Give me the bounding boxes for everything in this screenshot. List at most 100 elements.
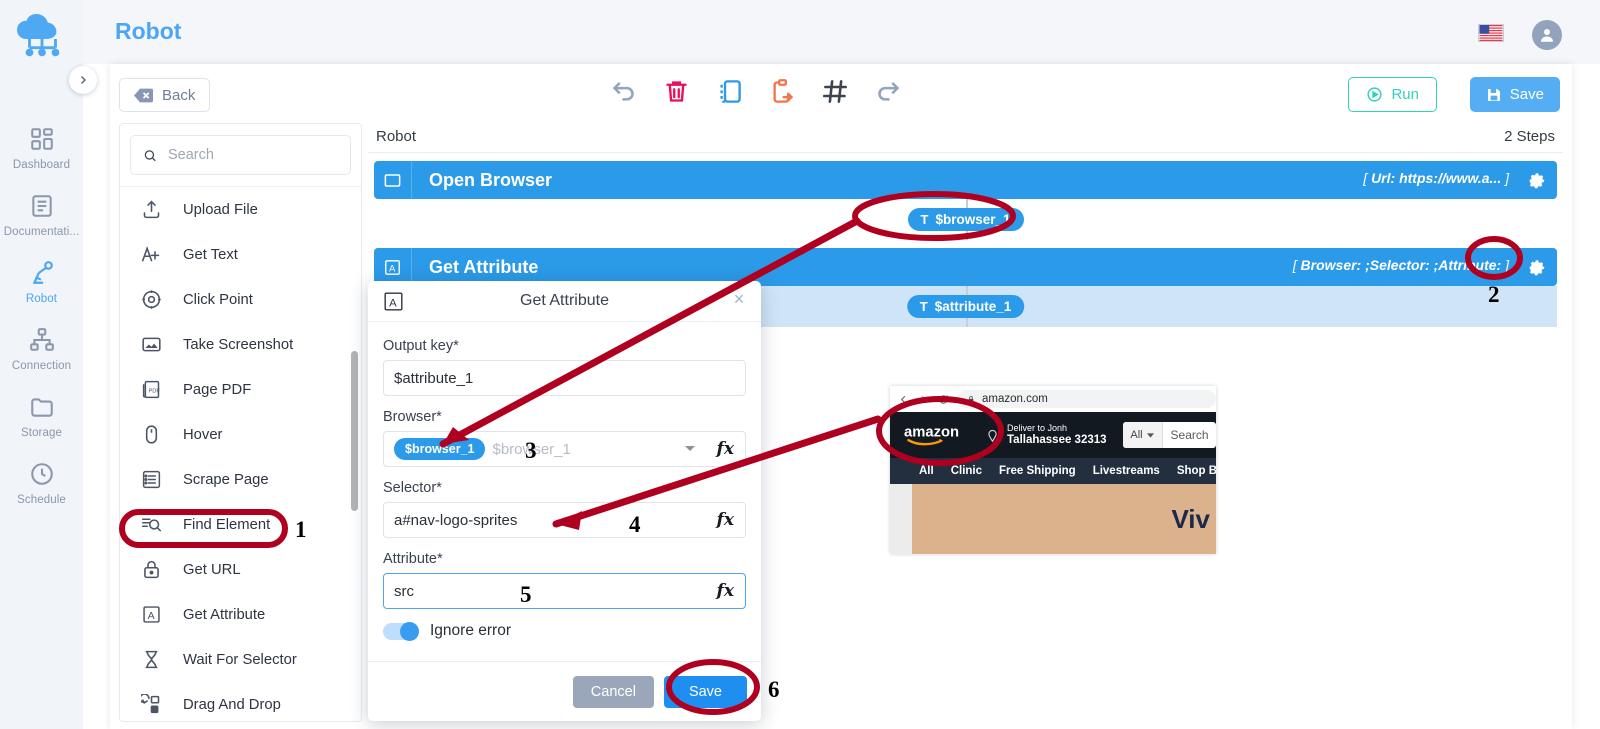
- sidebar-item-documentation[interactable]: Documentati...: [0, 193, 83, 238]
- sidebar-item-schedule[interactable]: Schedule: [0, 461, 83, 506]
- search-box[interactable]: [130, 135, 351, 175]
- action-item-upload-file[interactable]: Upload File: [120, 187, 361, 232]
- target-icon: [141, 289, 162, 310]
- scrollbar-thumb[interactable]: [351, 351, 358, 511]
- action-item-get-attribute[interactable]: A Get Attribute: [120, 592, 361, 637]
- attribute-fx-button[interactable]: fx: [717, 581, 734, 601]
- sidebar-item-robot[interactable]: Robot: [0, 260, 83, 305]
- action-item-page-pdf[interactable]: PDF Page PDF: [120, 367, 361, 412]
- variable-name: $attribute_1: [934, 299, 1012, 314]
- variable-name: $browser_1: [935, 212, 1011, 227]
- sidebar-item-dashboard[interactable]: Dashboard: [0, 126, 83, 171]
- action-item-get-url[interactable]: Get URL: [120, 547, 361, 592]
- gear-icon[interactable]: [1527, 170, 1547, 190]
- undo-icon[interactable]: [610, 78, 637, 105]
- user-avatar-icon[interactable]: [1532, 20, 1562, 50]
- browser-preview-thumbnail[interactable]: amazon.com amazon Deliver to Jonh Tallah…: [890, 386, 1216, 554]
- mouse-icon: [141, 424, 162, 445]
- step-title: Open Browser: [429, 169, 553, 190]
- browser-field[interactable]: $browser_1 $browser_1 fx: [383, 431, 746, 467]
- sidebar-item-storage[interactable]: Storage: [0, 394, 83, 439]
- selector-fx-button[interactable]: fx: [717, 510, 734, 530]
- close-icon[interactable]: ×: [730, 290, 748, 308]
- action-item-hover[interactable]: Hover: [120, 412, 361, 457]
- drag-drop-icon: [141, 694, 162, 715]
- subnav-item[interactable]: All: [919, 465, 934, 477]
- browser-back-icon[interactable]: [898, 394, 909, 405]
- person-glyph: [1541, 29, 1553, 42]
- search-input[interactable]: [168, 147, 338, 163]
- main-card: Back Run Save Search Upload File Get Tex…: [110, 64, 1572, 729]
- list-icon: [141, 469, 162, 490]
- params-open-bracket: [: [1292, 257, 1301, 273]
- preview-search-bar[interactable]: All Search: [1122, 422, 1216, 448]
- attribute-label: Attribute*: [383, 551, 443, 567]
- svg-text:PDF: PDF: [148, 389, 160, 395]
- modal-body: Output key* $attribute_1 Browser* $brows…: [368, 322, 761, 641]
- selector-field[interactable]: a#nav-logo-sprites fx: [383, 502, 746, 538]
- output-key-value: $attribute_1: [394, 369, 474, 387]
- back-label: Back: [162, 86, 196, 104]
- copy-icon[interactable]: [716, 78, 743, 105]
- sitemap-icon: [29, 327, 55, 353]
- sidebar-label: Schedule: [17, 494, 66, 506]
- preview-url-pill[interactable]: amazon.com: [958, 390, 1216, 408]
- output-variable-chip-attribute[interactable]: T $attribute_1: [906, 295, 1025, 318]
- action-item-wait-for-selector[interactable]: Wait For Selector: [120, 637, 361, 682]
- output-variable-chip-browser[interactable]: T $browser_1: [907, 208, 1024, 231]
- action-item-take-screenshot[interactable]: Take Screenshot: [120, 322, 361, 367]
- modal-save-button[interactable]: Save: [663, 675, 747, 708]
- action-item-get-text[interactable]: Get Text: [120, 232, 361, 277]
- page-title: Robot: [115, 18, 182, 44]
- save-button[interactable]: Save: [1469, 77, 1560, 112]
- canvas-header: Robot 2 Steps: [368, 123, 1563, 153]
- text-type-icon: T: [919, 299, 928, 314]
- action-list-scrollbar[interactable]: [351, 186, 358, 721]
- delete-icon[interactable]: [663, 78, 690, 105]
- ignore-error-toggle[interactable]: [383, 621, 419, 641]
- hero-band: Viv: [912, 484, 1216, 554]
- scope-label: All: [1130, 429, 1143, 441]
- sidebar-collapse-toggle[interactable]: [69, 66, 97, 94]
- action-label: Get URL: [183, 561, 241, 578]
- redo-icon[interactable]: [875, 78, 902, 105]
- subnav-item[interactable]: Clinic: [951, 465, 982, 477]
- run-button[interactable]: Run: [1348, 77, 1437, 112]
- cloud-robot-logo-icon: [16, 14, 59, 57]
- paste-icon[interactable]: [769, 78, 796, 105]
- action-item-click-point[interactable]: Click Point: [120, 277, 361, 322]
- subnav-item[interactable]: Free Shipping: [999, 465, 1076, 477]
- browser-reload-icon[interactable]: [938, 394, 949, 405]
- top-header: Robot: [83, 0, 1600, 64]
- preview-search-scope[interactable]: All: [1122, 422, 1163, 448]
- attribute-field[interactable]: src fx: [383, 573, 746, 609]
- subnav-item[interactable]: Livestreams: [1093, 465, 1160, 477]
- params-close-bracket: ]: [1501, 170, 1509, 186]
- sidebar-item-connection[interactable]: Connection: [0, 327, 83, 372]
- browser-fx-button[interactable]: fx: [717, 439, 734, 459]
- search-wrapper: [120, 124, 361, 184]
- preview-amazon-header: amazon Deliver to Jonh Tallahassee 32313…: [890, 412, 1216, 458]
- us-flag-icon[interactable]: [1478, 24, 1504, 42]
- image-icon: [141, 334, 162, 355]
- gear-icon[interactable]: [1527, 257, 1547, 277]
- browser-variable-chip[interactable]: $browser_1: [394, 438, 486, 460]
- output-key-field[interactable]: $attribute_1: [383, 360, 746, 396]
- toggle-knob: [400, 621, 419, 641]
- action-item-drag-and-drop[interactable]: Drag And Drop: [120, 682, 361, 721]
- modal-title: Get Attribute: [520, 292, 609, 309]
- action-item-scrape-page[interactable]: Scrape Page: [120, 457, 361, 502]
- run-label: Run: [1391, 86, 1419, 103]
- chevron-down-icon[interactable]: [685, 446, 695, 451]
- step-row-open-browser[interactable]: Open Browser [ Url: https://www.a... ]: [374, 161, 1557, 199]
- subnav-item[interactable]: Shop By Inte: [1177, 465, 1216, 477]
- action-label: Find Element: [183, 516, 271, 533]
- cancel-button[interactable]: Cancel: [572, 675, 654, 708]
- hash-icon[interactable]: [822, 78, 849, 105]
- action-label: Get Attribute: [183, 606, 266, 623]
- back-button[interactable]: Back: [119, 78, 211, 112]
- action-item-find-element[interactable]: Find Element: [120, 502, 361, 547]
- svg-text:A: A: [148, 610, 155, 622]
- browser-forward-icon[interactable]: [918, 394, 929, 405]
- hourglass-icon: [141, 649, 162, 670]
